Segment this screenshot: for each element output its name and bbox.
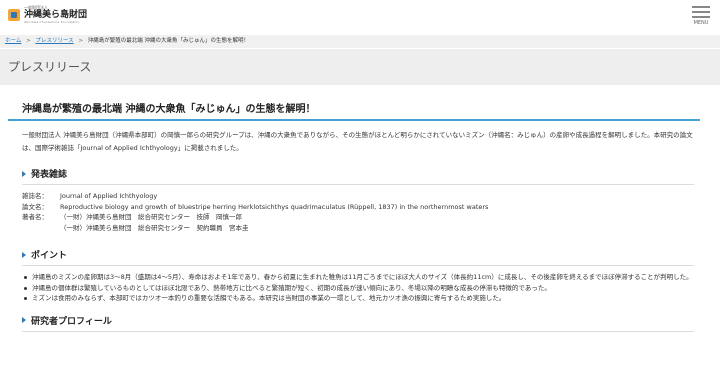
article-title: 沖縄島が繁殖の最北端 沖縄の大衆魚「みじゅん」の生態を解明！ (22, 104, 316, 115)
publication-info: 雑誌名： Journal of Applied Ichthyology 論文名：… (22, 191, 700, 233)
section-heading-points: ポイント (22, 248, 700, 261)
breadcrumb-press-link[interactable]: プレスリリース (35, 38, 73, 44)
publication-row: （一財）沖縄美ら島財団 総合研究センター 契約職員 宮本圭 (22, 223, 700, 234)
site-logo[interactable]: 一般財団法人 沖縄美ら島財団 Okinawa Churashima Founda… (8, 6, 87, 24)
list-item: 沖縄島のミズンの産卵期は3～8月（盛期は4～5月）、寿命はおよそ1年であり、春か… (22, 272, 694, 283)
triangle-bullet-icon (22, 317, 26, 323)
points-list: 沖縄島のミズンの産卵期は3～8月（盛期は4～5月）、寿命はおよそ1年であり、春か… (22, 272, 694, 304)
section-heading-publication: 発表雑誌 (22, 167, 700, 180)
site-header: 一般財団法人 沖縄美ら島財団 Okinawa Churashima Founda… (0, 0, 720, 35)
publication-label (22, 223, 60, 234)
publication-label: 雑誌名： (22, 192, 48, 200)
page-title: プレスリリース (8, 60, 92, 74)
section-heading-label: 研究者プロフィール (31, 316, 112, 327)
breadcrumb-current: 沖縄島が繁殖の最北端 沖縄の大衆魚「みじゅん」の生態を解明！ (87, 38, 250, 44)
publication-label: 著者名： (22, 213, 48, 221)
page-header-band: プレスリリース (0, 49, 720, 85)
publication-row: 雑誌名： Journal of Applied Ichthyology (22, 191, 700, 202)
list-item: ミズンは食用のみならず、本部町ではカツオ一本釣りの重要な活餌でもある。本研究は当… (22, 293, 694, 304)
breadcrumb-separator: > (78, 38, 84, 44)
article-title-block: 沖縄島が繁殖の最北端 沖縄の大衆魚「みじゅん」の生態を解明！ (8, 92, 700, 121)
section-divider (22, 330, 694, 332)
hamburger-icon (692, 6, 710, 18)
publication-value: Journal of Applied Ichthyology (60, 192, 158, 200)
main-content: 沖縄島が繁殖の最北端 沖縄の大衆魚「みじゅん」の生態を解明！ 一般財団法人 沖縄… (8, 92, 700, 332)
publication-row: 著者名： （一財）沖縄美ら島財団 総合研究センター 技師 岡慎一郎 (22, 212, 700, 223)
publication-row: 論文名： Reproductive biology and growth of … (22, 202, 700, 213)
logo-mark-icon (8, 9, 20, 21)
menu-label: MENU (693, 20, 709, 26)
publication-value: Reproductive biology and growth of blues… (60, 202, 489, 211)
logo-main-text: 沖縄美ら島財団 (24, 10, 88, 20)
section-divider (22, 265, 694, 266)
publication-label: 論文名： (22, 202, 48, 211)
section-heading-label: 発表雑誌 (31, 170, 68, 180)
list-item: 沖縄島の個体群は繁殖しているものとしてはほぼ北限であり、熱帯地方に比べると繁殖期… (22, 283, 694, 294)
breadcrumb-separator: > (26, 38, 31, 44)
section-divider (22, 184, 694, 185)
logo-english-text: Okinawa Churashima Foundation (24, 20, 80, 24)
triangle-bullet-icon (22, 251, 26, 258)
article-intro: 一般財団法人 沖縄美ら島財団（沖縄県本部町）の岡慎一郎らの研究グループは、沖縄の… (22, 131, 693, 152)
menu-button[interactable]: MENU (690, 4, 712, 30)
publication-value: （一財）沖縄美ら島財団 総合研究センター 契約職員 宮本圭 (60, 223, 249, 232)
breadcrumb: ホーム > プレスリリース > 沖縄島が繁殖の最北端 沖縄の大衆魚「みじゅん」の… (0, 35, 720, 48)
section-heading-label: ポイント (31, 251, 68, 261)
publication-value: （一財）沖縄美ら島財団 総合研究センター 技師 岡慎一郎 (60, 213, 242, 221)
triangle-bullet-icon (22, 170, 26, 177)
section-heading-profile: 研究者プロフィール (22, 314, 700, 327)
breadcrumb-home-link[interactable]: ホーム (5, 38, 21, 44)
